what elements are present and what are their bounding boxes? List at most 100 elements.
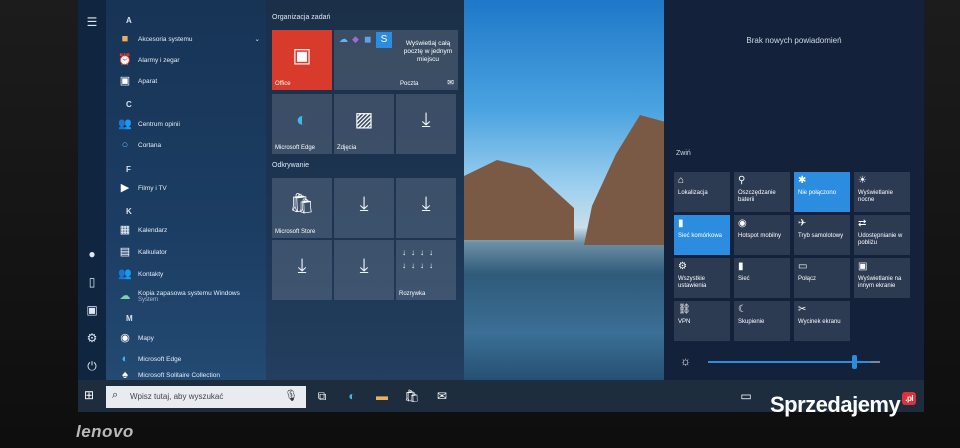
app-label: Microsoft Edge xyxy=(138,355,182,363)
settings-icon[interactable]: ⚙ xyxy=(84,330,100,346)
tile-download[interactable]: ⤓ xyxy=(334,240,394,300)
search-box[interactable]: ⌕ Wpisz tutaj, aby wyszukać 🎙 xyxy=(106,386,306,408)
letter-header[interactable]: C xyxy=(126,100,132,109)
brightness-rest xyxy=(870,361,880,363)
group-title[interactable]: Odkrywanie xyxy=(272,162,309,169)
tile-store[interactable]: 🛍 Microsoft Store xyxy=(272,178,332,238)
letter-header[interactable]: M xyxy=(126,314,133,323)
tile-edge[interactable]: ◐ Microsoft Edge xyxy=(272,94,332,154)
quick-action-0[interactable]: ⌂ Lokalizacja xyxy=(674,172,730,212)
quick-action-12[interactable]: ⛓ VPN xyxy=(674,301,730,341)
quick-action-4[interactable]: ▮ Sieć komórkowa xyxy=(674,215,730,255)
quick-action-2[interactable]: ✱ Nie połączono xyxy=(794,172,850,212)
pictures-icon[interactable]: ▣ xyxy=(84,302,100,318)
download-icon: ⤓ xyxy=(297,255,307,277)
mail-tile-text: Wyświetlaj całą pocztę w jednym miejscu xyxy=(403,40,453,63)
brightness-thumb[interactable] xyxy=(852,355,857,369)
app-kalkulator[interactable]: ▤ Kalkulator xyxy=(118,243,264,261)
tile-label: Zdjęcia xyxy=(337,145,357,151)
tile-download[interactable]: ⤓ xyxy=(396,178,456,238)
start-rail: ☰ ● ▯ ▣ ⚙ ⏻ xyxy=(78,0,106,380)
tile-download[interactable]: ⤓ xyxy=(272,240,332,300)
battery-saver-icon: ⚲ xyxy=(738,175,746,186)
app-filmy[interactable]: ▶ Filmy i TV xyxy=(118,179,264,197)
tile-label: Microsoft Store xyxy=(275,229,316,235)
app-alarmy[interactable]: ⏰ Alarmy i zegar xyxy=(118,51,264,69)
tile-photos[interactable]: ▨ Zdjęcia xyxy=(334,94,394,154)
tile-download[interactable]: ⤓ xyxy=(334,178,394,238)
quick-action-13[interactable]: ☾ Skupienie xyxy=(734,301,790,341)
start-tiles: Organizacja zadań ▣ Office ☁ ◆ ◼ S Wyświ… xyxy=(266,0,464,380)
quick-action-1[interactable]: ⚲ Oszczędzanie baterii xyxy=(734,172,790,212)
task-view-icon[interactable]: ⧉ xyxy=(314,388,330,404)
windows-start-icon[interactable]: ⊞ xyxy=(84,388,98,402)
app-label: Aparat xyxy=(138,77,158,85)
letter-header[interactable]: A xyxy=(126,16,132,25)
documents-icon[interactable]: ▯ xyxy=(84,274,100,290)
letter-header[interactable]: K xyxy=(126,207,132,216)
hamburger-menu-icon[interactable]: ☰ xyxy=(84,14,100,30)
edge-icon[interactable]: ◐ xyxy=(344,388,360,404)
brightness-icon: ☼ xyxy=(680,354,691,368)
app-aparat[interactable]: ▣ Aparat xyxy=(118,72,264,90)
edge-icon: ◐ xyxy=(121,353,129,365)
battery-icon[interactable]: ▭ xyxy=(738,388,754,404)
group-title[interactable]: Organizacja zadań xyxy=(272,14,330,21)
quick-action-label: Nie połączono xyxy=(798,190,837,196)
store-icon[interactable]: 🛍 xyxy=(404,388,420,404)
quick-action-8[interactable]: ⚙ Wszystkie ustawienia xyxy=(674,258,730,298)
app-mapy[interactable]: ◉ Mapy xyxy=(118,329,264,347)
quick-action-10[interactable]: ▭ Połącz xyxy=(794,258,850,298)
app-edge[interactable]: ◐ Microsoft Edge xyxy=(118,350,264,368)
mail-icon: ✉ xyxy=(447,78,454,87)
app-cortana[interactable]: ○ Cortana xyxy=(118,136,264,154)
tile-games[interactable]: ↓↓↓↓ ↓↓↓↓ Rozrywka xyxy=(396,240,456,300)
contacts-icon: 👥 xyxy=(118,268,132,280)
collapse-button[interactable]: Zwiń xyxy=(676,150,691,157)
network-icon: ▮ xyxy=(678,218,684,229)
app-solitaire[interactable]: ♠ Microsoft Solitaire Collection xyxy=(118,370,264,380)
bluetooth-icon: ✱ xyxy=(798,175,807,186)
app-label: Centrum opinii xyxy=(138,120,180,128)
focus-assist-icon: ☾ xyxy=(738,304,747,315)
office-icon: ▣ xyxy=(292,45,312,67)
project-icon: ▣ xyxy=(858,261,868,272)
chevron-down-icon[interactable]: ⌄ xyxy=(255,35,260,43)
letter-header[interactable]: F xyxy=(126,165,131,174)
app-kalendarz[interactable]: ▦ Kalendarz xyxy=(118,221,264,239)
app-label: Microsoft Solitaire Collection xyxy=(138,371,221,379)
quick-action-11[interactable]: ▣ Wyświetlanie na innym ekranie xyxy=(854,258,910,298)
photos-icon: ▨ xyxy=(354,109,374,131)
connect-icon: ▭ xyxy=(798,261,808,272)
quick-action-label: Lokalizacja xyxy=(678,190,708,196)
app-kopia-zapasowa[interactable]: ☁ Kopia zapasowa systemu Windows System xyxy=(118,285,264,307)
quick-action-5[interactable]: ◉ Hotspot mobilny xyxy=(734,215,790,255)
action-center: Brak nowych powiadomień Zwiń ⌂ Lokalizacj… xyxy=(664,0,924,412)
quick-action-label: Skupienie xyxy=(738,319,765,325)
backup-icon: ☁ xyxy=(119,290,131,302)
calculator-icon: ▤ xyxy=(119,246,131,258)
file-explorer-icon[interactable]: ▬ xyxy=(374,388,390,404)
quick-action-6[interactable]: ✈ Tryb samolotowy xyxy=(794,215,850,255)
app-label: Alarmy i zegar xyxy=(138,56,180,64)
microphone-icon[interactable]: 🎙 xyxy=(284,389,298,402)
desktop-wallpaper xyxy=(464,0,664,392)
quick-action-14[interactable]: ✂ Wycinek ekranu xyxy=(794,301,850,341)
user-avatar-icon[interactable]: ● xyxy=(84,246,100,262)
sprzedajemy-watermark: Sprzedajemy .pl xyxy=(770,392,917,418)
tile-mail[interactable]: ☁ ◆ ◼ S Wyświetlaj całą pocztę w jednym … xyxy=(334,30,458,90)
quick-action-7[interactable]: ⇄ Udostępnianie w pobliżu xyxy=(854,215,910,255)
brightness-slider[interactable]: ☼ xyxy=(674,352,894,372)
app-akcesoria[interactable]: ■ Akcesoria systemu ⌄ xyxy=(118,30,264,48)
quick-action-label: Sieć xyxy=(738,276,750,282)
app-centrum-opinii[interactable]: 👥 Centrum opinii xyxy=(118,115,264,133)
tile-download[interactable]: ⤓ xyxy=(396,94,456,154)
quick-action-label: Wycinek ekranu xyxy=(798,319,841,325)
app-kontakty[interactable]: 👥 Kontakty xyxy=(118,265,264,283)
mail-icon[interactable]: ✉ xyxy=(434,388,450,404)
tile-office[interactable]: ▣ Office xyxy=(272,30,332,90)
power-icon[interactable]: ⏻ xyxy=(84,358,100,374)
night-light-icon: ☀ xyxy=(858,175,867,186)
quick-action-3[interactable]: ☀ Wyświetlanie nocne xyxy=(854,172,910,212)
quick-action-9[interactable]: ▮ Sieć xyxy=(734,258,790,298)
